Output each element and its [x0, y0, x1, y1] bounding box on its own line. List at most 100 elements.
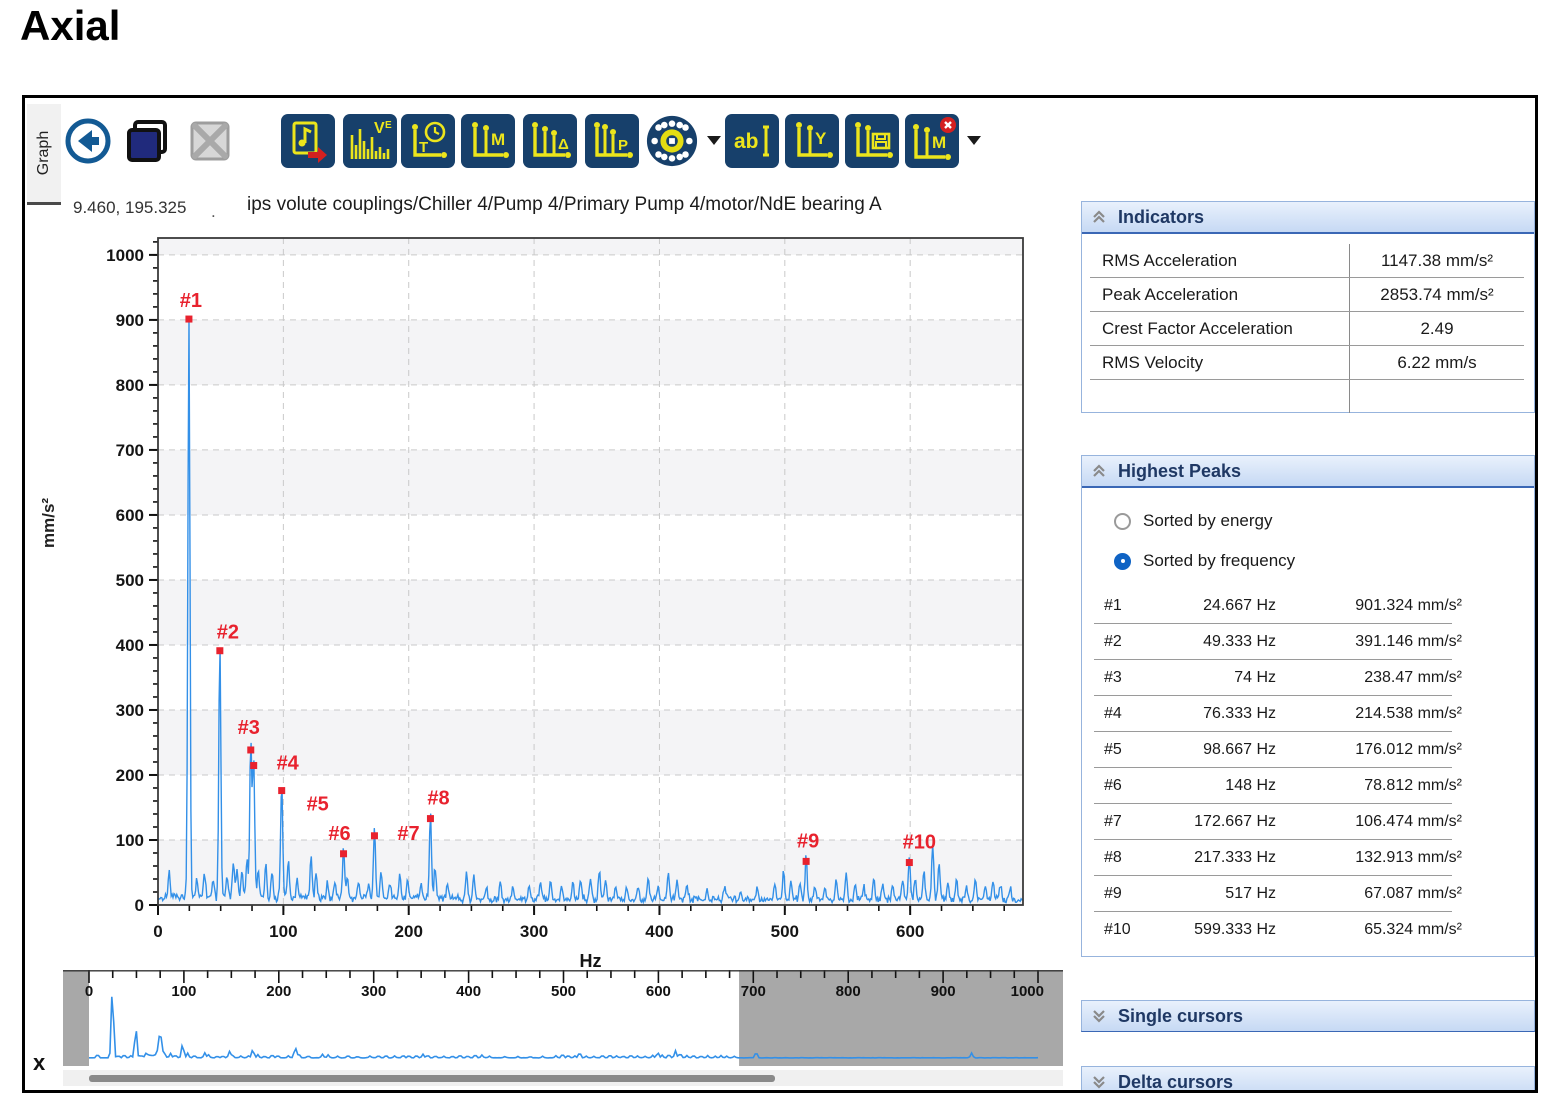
indicators-header[interactable]: Indicators: [1082, 202, 1534, 234]
page-title: Axial: [20, 2, 121, 49]
tab-graph[interactable]: Graph: [27, 104, 61, 205]
peak-row: #6 148 Hz 78.812 mm/s²: [1094, 768, 1462, 804]
indicator-label: Peak Acceleration: [1090, 278, 1350, 311]
svg-text:300: 300: [361, 983, 386, 1000]
peak-amplitude: 214.538 mm/s²: [1355, 704, 1462, 722]
svg-text:#2: #2: [217, 622, 239, 644]
tab-graph-label: Graph: [35, 130, 52, 176]
bearing-dropdown-icon[interactable]: [707, 136, 721, 145]
svg-text:T: T: [419, 139, 428, 156]
measurement-path: ips volute couplings/Chiller 4/Pump 4/Pr…: [247, 194, 882, 215]
highest-peaks-header[interactable]: Highest Peaks: [1082, 456, 1534, 488]
svg-text:Hz: Hz: [580, 951, 602, 968]
marker-axis-icon: M: [472, 122, 509, 158]
peak-rank: #7: [1104, 812, 1122, 830]
page: Axial Graph V E T M Δ P ab Y M 9.460, 19…: [0, 0, 1560, 1106]
svg-text:M: M: [932, 133, 946, 152]
save-scale-button[interactable]: [845, 114, 899, 168]
peak-frequency: 148 Hz: [1225, 776, 1276, 794]
peak-amplitude: 391.146 mm/s²: [1355, 632, 1462, 650]
y-scale-button[interactable]: Y: [785, 114, 839, 168]
y-scale-icon: Y: [796, 122, 833, 158]
export-spectrum-button[interactable]: [281, 114, 335, 168]
sort-option[interactable]: Sorted by energy: [1114, 506, 1534, 536]
svg-text:900: 900: [931, 983, 956, 1000]
bearing-button[interactable]: [645, 114, 699, 168]
time-axis-icon: T: [412, 121, 447, 158]
peak-rank: #6: [1104, 776, 1122, 794]
spectrum-chart[interactable]: 0 100 200 300 400 500 600 700 800 900 1000 0 100 200 3…: [63, 233, 1063, 968]
sort-option-label: Sorted by energy: [1143, 511, 1273, 530]
indicator-value: 1147.38 mm/s²: [1380, 250, 1494, 270]
single-cursors-panel: Single cursors: [1081, 1000, 1535, 1032]
svg-text:#1: #1: [180, 290, 202, 312]
svg-text:#9: #9: [797, 830, 819, 852]
indicator-label: RMS Acceleration: [1090, 244, 1350, 277]
text-label-button[interactable]: ab: [725, 114, 779, 168]
expand-down-icon: [1092, 1009, 1106, 1023]
svg-text:0: 0: [135, 896, 144, 915]
single-cursors-title: Single cursors: [1118, 1005, 1244, 1026]
copy-button[interactable]: [121, 114, 175, 168]
peak-rank: #10: [1104, 920, 1131, 938]
bearing-icon: [646, 115, 698, 167]
peak-frequency: 98.667 Hz: [1203, 740, 1276, 758]
highest-peaks-title: Highest Peaks: [1118, 460, 1242, 481]
svg-text:600: 600: [116, 506, 144, 525]
overview-strip[interactable]: 0 100 200 300 400 500 600 700 800 900 1000: [63, 970, 1063, 1066]
sort-option-label: Sorted by frequency: [1143, 551, 1296, 570]
svg-text:500: 500: [116, 571, 144, 590]
time-axis-button[interactable]: T: [401, 114, 455, 168]
peak-cursors-button[interactable]: P: [585, 114, 639, 168]
peak-amplitude: 106.474 mm/s²: [1355, 812, 1462, 830]
svg-text:300: 300: [116, 701, 144, 720]
marker-remove-icon: M: [913, 117, 956, 160]
marker-remove-dropdown-icon[interactable]: [967, 136, 981, 145]
indicator-label: [1090, 380, 1350, 413]
peak-rank: #8: [1104, 848, 1122, 866]
indicator-row: Crest Factor Acceleration 2.49: [1090, 312, 1524, 346]
delta-cursors-button[interactable]: Δ: [523, 114, 577, 168]
svg-text:100: 100: [171, 983, 196, 1000]
radio-icon[interactable]: [1114, 512, 1131, 530]
back-button[interactable]: [61, 114, 115, 168]
indicator-label: Crest Factor Acceleration: [1090, 312, 1350, 345]
svg-text:200: 200: [266, 983, 291, 1000]
indicators-title: Indicators: [1118, 206, 1205, 227]
peak-amplitude: 78.812 mm/s²: [1364, 776, 1462, 794]
svg-text:500: 500: [551, 983, 576, 1000]
single-cursors-header[interactable]: Single cursors: [1082, 1001, 1534, 1031]
indicator-label: RMS Velocity: [1090, 346, 1350, 379]
radio-icon[interactable]: [1114, 552, 1131, 570]
text-label-icon: ab: [734, 125, 769, 157]
peak-row: #10 599.333 Hz 65.324 mm/s²: [1094, 912, 1462, 947]
sort-option[interactable]: Sorted by frequency: [1114, 546, 1534, 576]
path-truncation-dot: .: [211, 202, 216, 221]
peak-amplitude: 132.913 mm/s²: [1355, 848, 1462, 866]
peak-rank: #9: [1104, 884, 1122, 902]
marker-remove-button[interactable]: M: [905, 114, 959, 168]
file-note-icon: [292, 121, 327, 163]
app-window: Graph V E T M Δ P ab Y M 9.460, 195.325 …: [22, 95, 1538, 1093]
peak-frequency: 517 Hz: [1225, 884, 1276, 902]
horizontal-scrollbar[interactable]: [63, 1070, 1063, 1086]
save-scale-icon: [855, 122, 893, 158]
delta-cursors-header[interactable]: Delta cursors: [1082, 1067, 1534, 1090]
svg-text:E: E: [385, 120, 392, 131]
spectrum-ve-button[interactable]: V E: [343, 114, 397, 168]
close-overview-button[interactable]: x: [33, 1052, 45, 1074]
peak-row: #4 76.333 Hz 214.538 mm/s²: [1094, 696, 1462, 732]
svg-text:500: 500: [771, 922, 799, 941]
peak-row: #5 98.667 Hz 176.012 mm/s²: [1094, 732, 1462, 768]
svg-text:400: 400: [456, 983, 481, 1000]
indicator-row: [1090, 380, 1524, 413]
svg-text:V: V: [374, 120, 385, 137]
svg-text:300: 300: [520, 922, 548, 941]
peak-amplitude: 238.47 mm/s²: [1364, 668, 1462, 686]
copy-icon: [127, 120, 167, 162]
peak-rank: #1: [1104, 596, 1122, 614]
cursor-coordinates: 9.460, 195.325: [73, 198, 187, 217]
marker-axis-button[interactable]: M: [461, 114, 515, 168]
indicators-panel: Indicators RMS Acceleration 1147.38 mm/s…: [1081, 201, 1535, 413]
scrollbar-thumb[interactable]: [89, 1075, 775, 1082]
